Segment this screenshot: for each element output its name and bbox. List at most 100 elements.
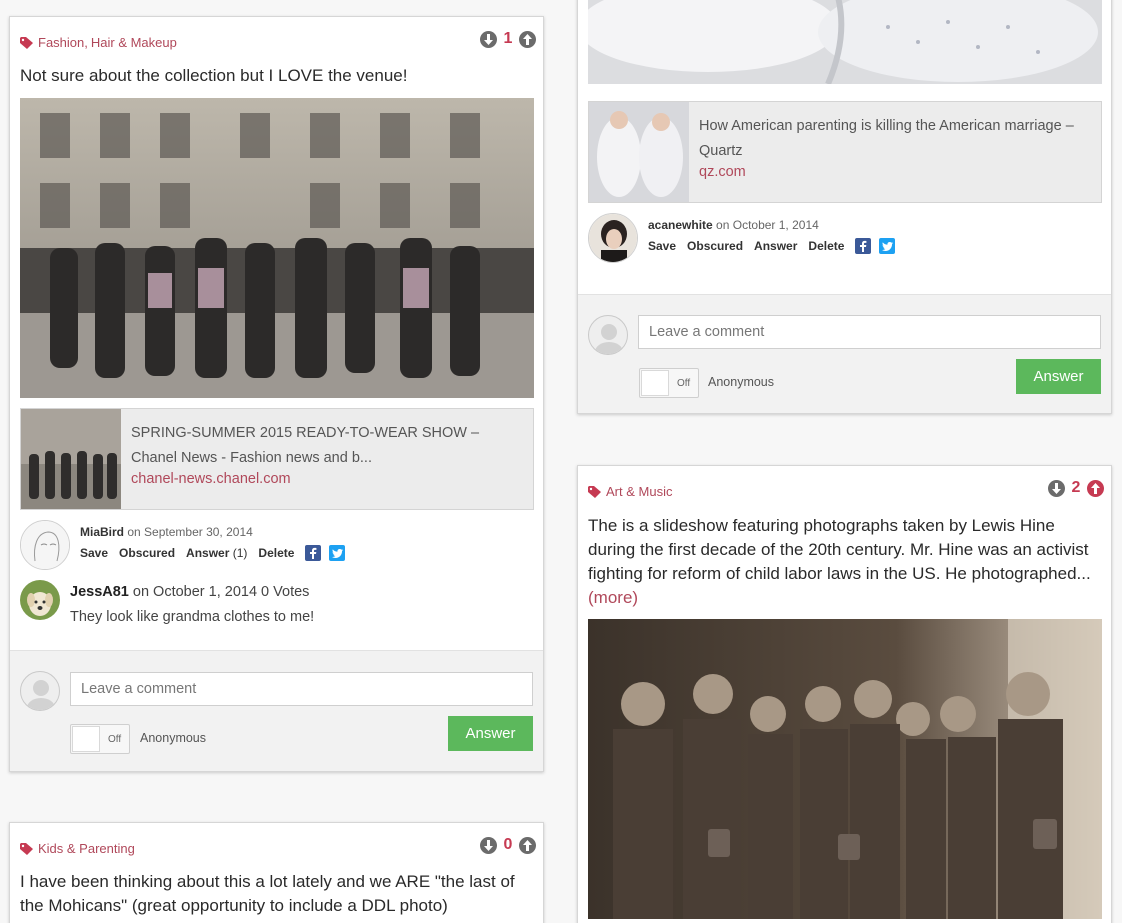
post-image-runway[interactable] [20,98,534,398]
vote-controls: 0 [480,836,536,854]
vote-count: 1 [503,30,513,47]
tag-icon [20,36,33,49]
answer-button[interactable]: Answer [448,716,533,751]
twitter-share-icon[interactable] [329,545,346,561]
post-date: on October 1, 2014 [716,218,819,232]
post-tags: Fashion, Hair & Makeup [20,35,177,50]
runway-thumbnail [21,409,121,509]
reply-box: Off Anonymous Answer [578,294,1111,413]
tag-link-art-music[interactable]: Art & Music [606,484,672,499]
tag-icon [20,842,33,855]
author-meta: MiaBird on September 30, 2014 [80,525,253,539]
current-user-avatar [588,315,628,355]
answer-action-label: Answer [186,546,230,560]
default-avatar-icon [595,324,623,354]
link-domain[interactable]: chanel-news.chanel.com [131,471,291,487]
facebook-share-icon[interactable] [855,238,872,254]
vote-count: 0 [503,836,513,853]
post-date: on September 30, 2014 [127,525,253,539]
vote-controls: 2 [1048,479,1104,497]
author-name[interactable]: MiaBird [80,525,124,539]
answer-count: (1) [232,546,248,560]
babies-thumbnail [589,102,689,202]
save-button[interactable]: Save [648,239,676,253]
sepia-photo [588,619,1102,919]
link-title[interactable]: How American parenting is killing the Am… [699,114,1091,164]
answer-action[interactable]: Answer (1) [186,546,247,560]
save-button[interactable]: Save [80,546,108,560]
arrow-up-icon [523,839,532,851]
sketch-avatar [21,521,69,569]
tag-link-hair-makeup[interactable]: Hair & Makeup [91,35,177,50]
obscured-button[interactable]: Obscured [119,546,175,560]
tag-icon [588,485,601,498]
reply-box: Off Anonymous Answer [10,650,543,771]
babies-photo [588,0,1102,84]
link-domain[interactable]: qz.com [699,164,746,180]
post-card-fashion: Fashion, Hair & Makeup 1 Not sure about t… [9,16,544,772]
comment-text: They look like grandma clothes to me! [70,609,315,625]
author-avatar[interactable] [588,213,638,263]
link-title[interactable]: SPRING-SUMMER 2015 READY-TO-WEAR SHOW – … [131,421,523,471]
twitter-share-icon[interactable] [879,238,896,254]
arrow-up-icon [523,33,532,45]
arrow-down-icon [484,839,493,851]
toggle-knob [72,726,100,752]
comment-header: JessA81 on October 1, 2014 0 Votes [70,584,309,600]
comment-input[interactable] [70,672,533,706]
post-text: The is a slideshow featuring photographs… [588,516,1091,583]
link-preview-chanel[interactable]: SPRING-SUMMER 2015 READY-TO-WEAR SHOW – … [20,408,534,510]
post-card-kids: Kids & Parenting 0 I have been thinking … [9,822,544,923]
anonymous-label: Anonymous [140,731,207,745]
toggle-off-label: Off [108,734,122,745]
tag-link-fashion[interactable]: Fashion [38,35,84,50]
delete-button[interactable]: Delete [258,546,294,560]
author-meta: acanewhite on October 1, 2014 [648,218,819,232]
vote-controls: 1 [480,30,536,48]
anonymous-label: Anonymous [708,375,775,389]
anonymous-toggle[interactable]: Off [70,724,130,754]
answer-action[interactable]: Answer [754,239,797,253]
toggle-knob [641,370,669,396]
commenter-avatar[interactable] [20,580,60,620]
post-card-parenting: How American parenting is killing the Am… [577,0,1112,414]
delete-button[interactable]: Delete [808,239,844,253]
post-image-child-laborers[interactable] [588,619,1102,919]
upvote-button[interactable] [519,836,536,854]
toggle-off-label: Off [677,378,691,389]
comment-input[interactable] [638,315,1101,349]
portrait-avatar [589,214,637,262]
comment-meta: on October 1, 2014 0 Votes [132,584,310,600]
post-image-babies[interactable] [588,0,1102,84]
commenter-name[interactable]: JessA81 [70,584,129,600]
tag-separator: , [84,35,88,50]
puppy-avatar [20,580,60,620]
post-description: The is a slideshow featuring photographs… [588,514,1098,610]
downvote-button[interactable] [480,30,497,48]
arrow-down-icon [484,33,493,45]
downvote-button[interactable] [1048,479,1065,497]
author-avatar[interactable] [20,520,70,570]
downvote-button[interactable] [480,836,497,854]
upvote-button[interactable] [519,30,536,48]
link-thumbnail [21,409,121,509]
default-avatar-icon [27,680,55,710]
runway-photo [20,98,534,398]
link-thumbnail [589,102,689,202]
current-user-avatar [20,671,60,711]
post-card-art-music: Art & Music 2 The is a slideshow featuri… [577,465,1112,923]
facebook-share-icon[interactable] [305,545,322,561]
more-link[interactable]: (more) [588,588,638,607]
tag-link-kids-parenting[interactable]: Kids & Parenting [38,841,135,856]
post-tags: Art & Music [588,484,672,499]
post-title[interactable]: I have been thinking about this a lot la… [20,870,535,918]
anonymous-toggle[interactable]: Off [639,368,699,398]
post-title[interactable]: Not sure about the collection but I LOVE… [20,64,535,88]
upvote-button-active[interactable] [1087,479,1104,497]
author-name[interactable]: acanewhite [648,218,713,232]
link-preview-quartz[interactable]: How American parenting is killing the Am… [588,101,1102,203]
answer-button[interactable]: Answer [1016,359,1101,394]
arrow-down-icon [1052,482,1061,494]
obscured-button[interactable]: Obscured [687,239,743,253]
post-actions: Save Obscured Answer Delete [648,238,903,254]
